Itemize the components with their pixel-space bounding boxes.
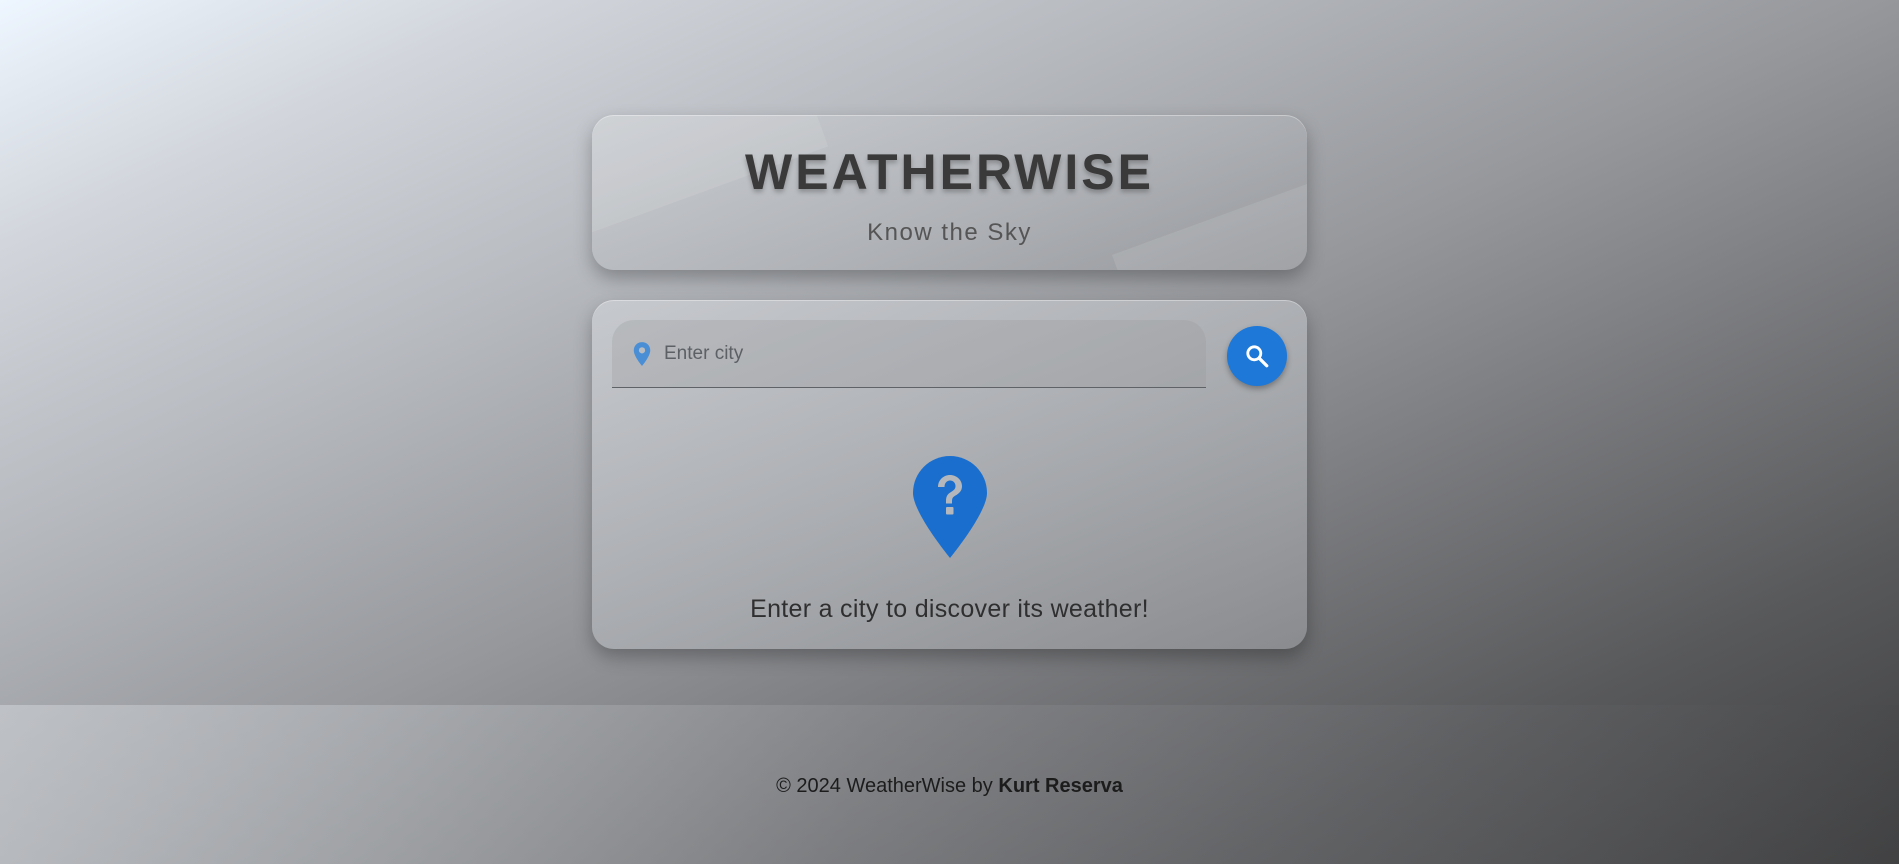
app-subtitle: Know the Sky xyxy=(867,219,1032,246)
header-card: WEATHERWISE Know the Sky xyxy=(592,115,1307,270)
footer: © 2024 WeatherWise by Kurt Reserva xyxy=(0,705,1899,864)
search-icon xyxy=(1246,345,1269,368)
map-pin-icon xyxy=(633,342,651,366)
footer-author: Kurt Reserva xyxy=(998,775,1123,797)
empty-state-message: Enter a city to discover its weather! xyxy=(750,595,1149,623)
question-pin-icon xyxy=(913,456,987,558)
footer-text: © 2024 WeatherWise by Kurt Reserva xyxy=(0,775,1899,798)
footer-copyright: © 2024 WeatherWise by xyxy=(776,775,993,797)
city-search-field[interactable] xyxy=(612,320,1206,388)
search-button[interactable] xyxy=(1227,326,1287,386)
city-search-input[interactable] xyxy=(664,332,1184,376)
main-area: WEATHERWISE Know the Sky Enter a city to… xyxy=(0,0,1899,705)
search-card: Enter a city to discover its weather! xyxy=(592,300,1307,649)
app-title: WEATHERWISE xyxy=(745,144,1154,200)
